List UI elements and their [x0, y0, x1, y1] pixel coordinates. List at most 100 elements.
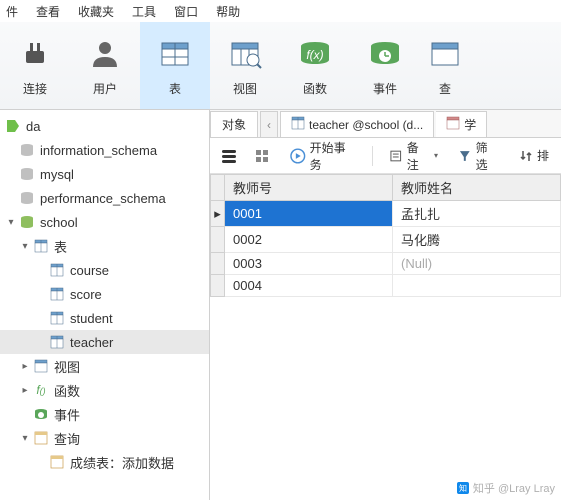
- menu-item-file[interactable]: 件: [6, 3, 18, 20]
- cell[interactable]: [393, 275, 561, 297]
- plug-icon: [15, 34, 55, 74]
- cell[interactable]: 马化腾: [393, 227, 561, 253]
- chevron-down-icon[interactable]: ▾: [6, 217, 16, 228]
- toolbar-view[interactable]: 视图: [210, 22, 280, 109]
- row-marker: ▸: [211, 201, 225, 227]
- zhihu-icon: 知: [457, 482, 469, 494]
- db-node[interactable]: mysql: [0, 162, 209, 186]
- queries-group[interactable]: ▾ 查询: [0, 426, 209, 450]
- database-icon: [18, 142, 36, 158]
- cell[interactable]: 孟扎扎: [393, 201, 561, 227]
- db-node[interactable]: performance_schema: [0, 186, 209, 210]
- cell[interactable]: (Null): [393, 253, 561, 275]
- toolbar-connection[interactable]: 连接: [0, 22, 70, 109]
- chevron-down-icon[interactable]: ▾: [20, 241, 30, 252]
- play-icon: [290, 148, 306, 164]
- database-icon: [18, 166, 36, 182]
- views-group[interactable]: ▸ 视图: [0, 354, 209, 378]
- chevron-right-icon[interactable]: ▸: [20, 361, 30, 372]
- menu-item-favorites[interactable]: 收藏夹: [78, 3, 114, 20]
- table-icon: [48, 311, 66, 325]
- query-node[interactable]: 成绩表：添加数据: [0, 450, 209, 474]
- data-row[interactable]: ▸ 0001 孟扎扎: [211, 201, 561, 227]
- begin-transaction-button[interactable]: 开始事务: [286, 143, 360, 169]
- data-grid[interactable]: 教师号 教师姓名 ▸ 0001 孟扎扎 0002 马化腾 0003 (Null)…: [210, 174, 561, 297]
- grid-icon: [254, 148, 272, 164]
- chevron-right-icon[interactable]: ▸: [20, 385, 30, 396]
- menu-item-view[interactable]: 查看: [36, 3, 60, 20]
- tab-second[interactable]: 学: [436, 111, 487, 137]
- table-node[interactable]: student: [0, 306, 209, 330]
- cell[interactable]: 0004: [225, 275, 393, 297]
- menu-item-help[interactable]: 帮助: [216, 3, 240, 20]
- menu-bar: 件 查看 收藏夹 工具 窗口 帮助: [0, 0, 561, 22]
- toolbar-event[interactable]: 事件: [350, 22, 420, 109]
- filter-button[interactable]: 筛选: [454, 143, 503, 169]
- table-icon: [291, 116, 305, 133]
- functions-group[interactable]: ▸ f() 函数: [0, 378, 209, 402]
- db-node[interactable]: information_schema: [0, 138, 209, 162]
- table-icon: [446, 116, 460, 133]
- query-icon: [48, 455, 66, 469]
- event-icon: [365, 34, 405, 74]
- view-icon: [32, 359, 50, 373]
- table-icon: [48, 263, 66, 277]
- query-icon: [32, 431, 50, 445]
- connection-node[interactable]: da: [0, 114, 209, 138]
- user-icon: [85, 34, 125, 74]
- data-toolbar: 开始事务 备注 ▾ 筛选 排: [210, 138, 561, 174]
- tab-teacher-data[interactable]: teacher @school (d...: [280, 111, 434, 137]
- main-toolbar: 连接 用户 表 视图 f(x) 函数 事件 查: [0, 22, 561, 110]
- column-header[interactable]: 教师姓名: [393, 175, 561, 201]
- table-node-teacher[interactable]: teacher: [0, 330, 209, 354]
- toolbar-user[interactable]: 用户: [70, 22, 140, 109]
- note-icon: [389, 149, 403, 163]
- chevron-down-icon[interactable]: ▾: [20, 433, 30, 444]
- tab-objects[interactable]: 对象: [210, 111, 258, 137]
- filter-icon: [458, 149, 472, 163]
- cell[interactable]: 0002: [225, 227, 393, 253]
- database-icon: [18, 190, 36, 206]
- data-row[interactable]: 0003 (Null): [211, 253, 561, 275]
- table-icon: [155, 34, 195, 74]
- menu-icon-button[interactable]: [218, 143, 240, 169]
- event-icon: [32, 407, 50, 421]
- cell[interactable]: 0003: [225, 253, 393, 275]
- tab-bar: 对象 ‹ teacher @school (d... 学: [210, 110, 561, 138]
- tab-prev-arrow[interactable]: ‹: [260, 111, 278, 137]
- data-row[interactable]: 0004: [211, 275, 561, 297]
- object-tree: da information_schema mysql performance_…: [0, 110, 210, 500]
- fx-icon: f(x): [295, 34, 335, 74]
- sort-button[interactable]: 排: [515, 143, 553, 169]
- table-icon: [48, 287, 66, 301]
- toolbar-function[interactable]: f(x) 函数: [280, 22, 350, 109]
- svg-text:知: 知: [459, 483, 467, 493]
- connection-icon: [4, 118, 22, 134]
- database-icon: [18, 214, 36, 230]
- query-icon: [425, 34, 465, 74]
- events-group[interactable]: 事件: [0, 402, 209, 426]
- toolbar-table[interactable]: 表: [140, 22, 210, 109]
- table-node[interactable]: score: [0, 282, 209, 306]
- chevron-left-icon: ‹: [267, 118, 271, 132]
- data-row[interactable]: 0002 马化腾: [211, 227, 561, 253]
- svg-text:f(x): f(x): [306, 48, 323, 62]
- column-header[interactable]: 教师号: [225, 175, 393, 201]
- grid-view-button[interactable]: [252, 143, 274, 169]
- watermark: 知 知乎 @Lray Lray: [457, 480, 555, 496]
- table-icon: [48, 335, 66, 349]
- toolbar-query[interactable]: 查: [420, 22, 470, 109]
- menu-item-window[interactable]: 窗口: [174, 3, 198, 20]
- row-marker: [211, 253, 225, 275]
- row-marker: [211, 227, 225, 253]
- db-node-active[interactable]: ▾ school: [0, 210, 209, 234]
- sort-icon: [519, 149, 533, 163]
- view-icon: [225, 34, 265, 74]
- tables-group[interactable]: ▾ 表: [0, 234, 209, 258]
- table-icon: [32, 239, 50, 253]
- cell[interactable]: 0001: [225, 201, 393, 227]
- note-button[interactable]: 备注 ▾: [385, 143, 442, 169]
- menu-item-tools[interactable]: 工具: [132, 3, 156, 20]
- row-marker: [211, 275, 225, 297]
- table-node[interactable]: course: [0, 258, 209, 282]
